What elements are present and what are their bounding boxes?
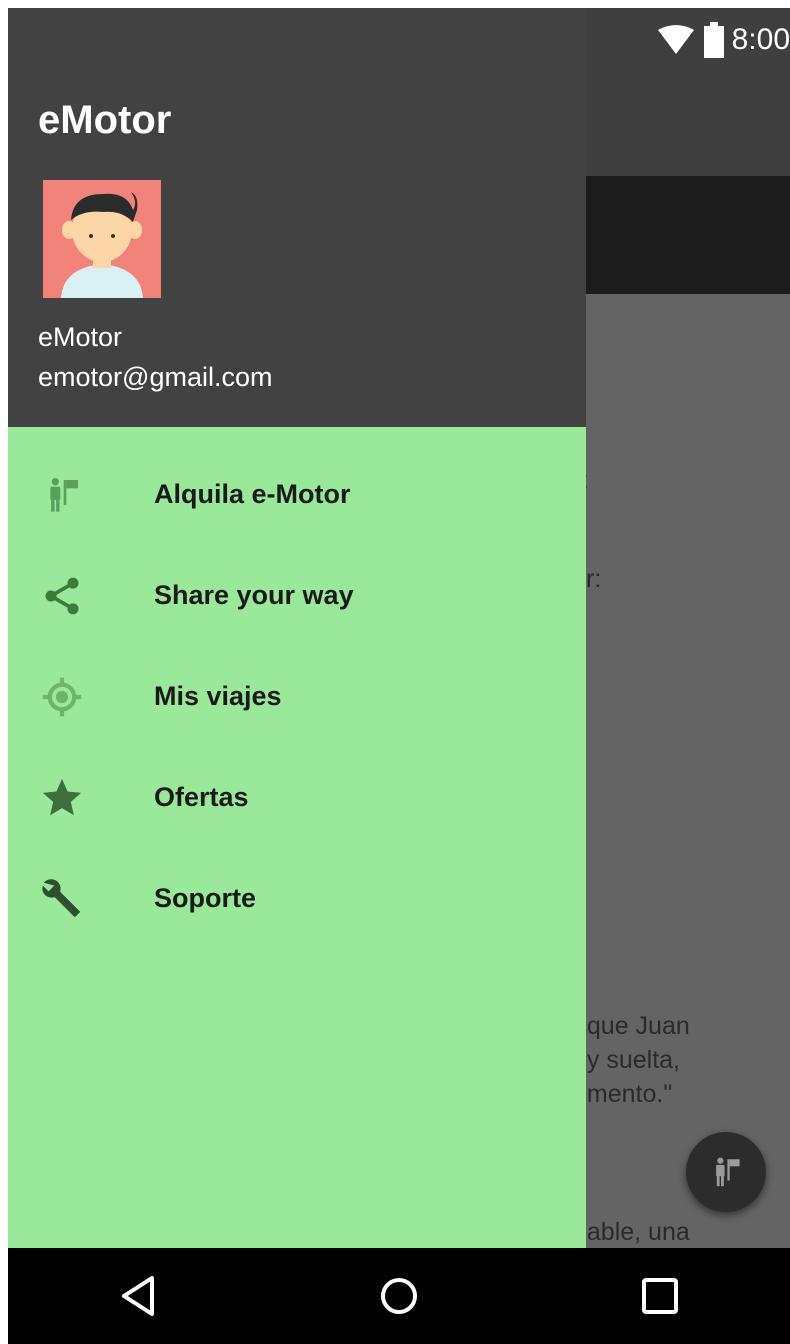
background-text: uy suelta, [573, 1046, 681, 1074]
wrench-icon [38, 875, 86, 923]
status-time: 8:00 [731, 23, 790, 56]
background-text: omento." [573, 1080, 673, 1108]
menu-item-mis-viajes[interactable]: Mis viajes [8, 646, 586, 747]
menu-item-label: Ofertas [154, 782, 249, 812]
share-icon [38, 572, 86, 620]
rent-person-icon [716, 1157, 740, 1187]
menu-item-label: Soporte [154, 883, 257, 913]
screen: ez o: cir: nque Juan uy suelta, omento."… [8, 8, 790, 1344]
user-email: emotor@gmail.com [38, 362, 273, 392]
background-text: nque Juan [573, 1012, 690, 1040]
home-icon [380, 1278, 417, 1314]
menu-item-label: Share your way [154, 580, 354, 610]
recents-icon [641, 1278, 678, 1314]
battery-icon [703, 22, 724, 58]
menu-item-share[interactable]: Share your way [8, 545, 586, 646]
rent-person-icon [38, 471, 86, 519]
background-text: dable, una [573, 1218, 690, 1246]
menu-item-alquila[interactable]: Alquila e-Motor [8, 444, 586, 545]
menu-item-label: Mis viajes [154, 681, 282, 711]
location-target-icon [38, 673, 86, 721]
status-icons: 8:00 [656, 18, 790, 62]
app-title: eMotor [38, 98, 172, 142]
wifi-icon [657, 25, 694, 54]
recents-button[interactable] [620, 1256, 700, 1336]
avatar[interactable] [43, 180, 161, 298]
back-icon [122, 1276, 155, 1316]
avatar-icon [43, 180, 161, 298]
star-icon [38, 774, 86, 822]
home-button[interactable] [359, 1256, 439, 1336]
user-name: eMotor [38, 322, 123, 352]
drawer-menu: Alquila e-Motor Share your way Mis viaje… [8, 444, 586, 949]
menu-item-label: Alquila e-Motor [154, 479, 351, 509]
navigation-drawer: eMotor eMotor emotor@gmail.com Alquila e… [8, 8, 586, 1248]
menu-item-soporte[interactable]: Soporte [8, 848, 586, 949]
background-fab-button[interactable] [686, 1132, 766, 1212]
drawer-header: eMotor eMotor emotor@gmail.com [8, 8, 586, 427]
navigation-bar [8, 1248, 790, 1344]
menu-item-ofertas[interactable]: Ofertas [8, 747, 586, 848]
back-button[interactable] [98, 1256, 178, 1336]
